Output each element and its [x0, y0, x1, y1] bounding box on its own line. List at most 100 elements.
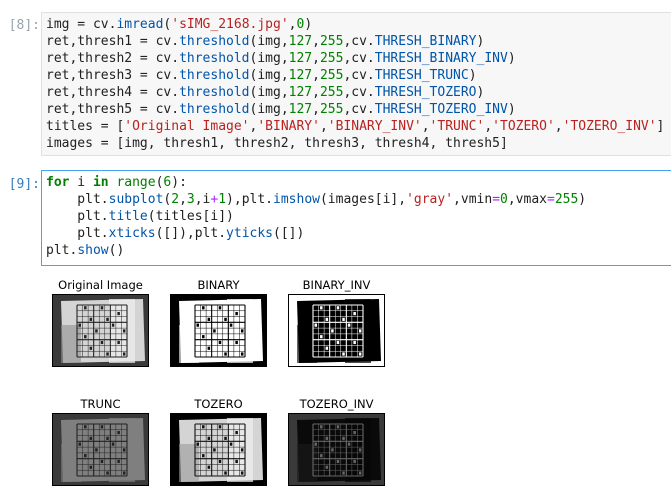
code-token: ,vmax: [507, 192, 547, 207]
code-token: ret,thresh4 = cv.: [46, 85, 180, 100]
code-token: ),plt.: [226, 192, 274, 207]
code-token: ,: [319, 119, 328, 134]
code-token: ):: [171, 175, 187, 190]
code-token: (img,: [249, 102, 289, 117]
subplot-6: TOZERO_INV: [288, 396, 385, 488]
cell-prompt: [9]:: [8, 177, 40, 192]
code-token: ([]): [273, 226, 305, 241]
code-line[interactable]: plt.show(): [46, 242, 667, 259]
thresholded-image: [170, 413, 267, 486]
code-token: (img,: [249, 68, 289, 83]
code-token: plt.: [46, 209, 109, 224]
code-token: (images[i],: [319, 192, 407, 207]
code-token: ,cv.: [343, 34, 375, 49]
code-token: ]: [656, 119, 665, 134]
code-token: ,: [312, 34, 320, 49]
cell-output-figure: Original Image BINARY BINARY_INV TRUNC TOZER…: [41, 270, 671, 496]
code-token: ): [476, 34, 485, 49]
code-token: 'TOZERO': [492, 119, 555, 134]
code-line[interactable]: plt.xticks([]),plt.yticks([]): [46, 225, 667, 242]
code-token: (img,: [249, 34, 289, 49]
code-token: ([]),plt.: [155, 226, 227, 241]
code-token: THRESH_BINARY: [374, 34, 477, 49]
code-token: plt.: [46, 226, 109, 241]
code-token: in: [92, 175, 109, 190]
code-token: ): [578, 192, 587, 207]
code-token: ): [304, 17, 313, 32]
code-token: i: [69, 175, 93, 190]
code-token: 255: [319, 102, 344, 117]
code-line[interactable]: img = cv.imread('sIMG_2168.jpg',0): [46, 16, 667, 33]
code-token: THRESH_TOZERO_INV: [374, 102, 508, 117]
subplot-title: TOZERO: [194, 397, 243, 411]
code-token: 255: [319, 34, 344, 49]
code-token: ,: [484, 119, 493, 134]
code-token: (img,: [249, 51, 289, 66]
subplot-1: Original Image: [52, 277, 149, 369]
code-token: threshold: [179, 85, 250, 100]
code-token: threshold: [179, 51, 250, 66]
code-token: img = cv.: [46, 17, 117, 32]
code-line[interactable]: titles = ['Original Image','BINARY','BIN…: [46, 118, 667, 135]
code-token: xticks: [108, 226, 156, 241]
code-line[interactable]: ret,thresh4 = cv.threshold(img,127,255,c…: [46, 84, 667, 101]
code-line[interactable]: plt.subplot(2,3,i+1),plt.imshow(images[i…: [46, 191, 667, 208]
code-token: ret,thresh1 = cv.: [46, 34, 180, 49]
code-token: show: [77, 243, 109, 258]
code-token: ,: [312, 51, 320, 66]
code-token: 1: [218, 192, 227, 207]
code-token: (): [108, 243, 125, 258]
code-token: for: [46, 175, 70, 190]
code-token: 'BINARY': [257, 119, 320, 134]
code-token: 3: [186, 192, 195, 207]
code-token: 255: [319, 85, 344, 100]
code-token: ,cv.: [343, 68, 375, 83]
code-input-area[interactable]: for i in range(6): plt.subplot(2,3,i+1),…: [41, 170, 671, 266]
subplot-title: TOZERO_INV: [299, 397, 374, 411]
code-input-area[interactable]: img = cv.imread('sIMG_2168.jpg',0) ret,th…: [41, 12, 671, 156]
code-line[interactable]: ret,thresh2 = cv.threshold(img,127,255,c…: [46, 50, 667, 67]
code-token: yticks: [226, 226, 274, 241]
code-token: 255: [319, 51, 344, 66]
code-token: (titles[i]): [147, 209, 234, 224]
subplot-title: BINARY: [197, 278, 240, 292]
thresholded-image: [52, 294, 149, 367]
code-token: 2: [171, 192, 180, 207]
code-token: 127: [288, 102, 313, 117]
code-token: ,i: [194, 192, 211, 207]
code-line[interactable]: for i in range(6):: [46, 174, 667, 191]
code-token: 127: [288, 51, 313, 66]
thresholded-image: [288, 294, 385, 367]
code-token: ): [476, 85, 485, 100]
code-token: THRESH_BINARY_INV: [374, 51, 508, 66]
subplot-title: TRUNC: [80, 397, 121, 411]
code-token: ret,thresh5 = cv.: [46, 102, 180, 117]
code-token: titles = [: [46, 119, 125, 134]
subplot-2: BINARY: [170, 277, 267, 369]
code-token: ret,thresh3 = cv.: [46, 68, 180, 83]
code-token: 255: [554, 192, 579, 207]
code-token: =: [546, 192, 555, 207]
code-token: ,cv.: [343, 102, 375, 117]
code-token: 127: [288, 34, 313, 49]
code-line[interactable]: ret,thresh3 = cv.threshold(img,127,255,c…: [46, 67, 667, 84]
code-token: title: [108, 209, 148, 224]
code-token: ,cv.: [343, 85, 375, 100]
code-token: ): [507, 51, 516, 66]
code-token: plt.: [46, 243, 78, 258]
subplot-3: BINARY_INV: [288, 277, 385, 369]
code-line[interactable]: images = [img, thresh1, thresh2, thresh3…: [46, 135, 667, 152]
code-token: THRESH_TRUNC: [374, 68, 469, 83]
code-line[interactable]: ret,thresh5 = cv.threshold(img,127,255,c…: [46, 101, 667, 118]
thresholded-image: [52, 413, 149, 486]
code-token: 'gray': [406, 192, 454, 207]
thresholded-image: [288, 413, 385, 486]
code-token: threshold: [179, 34, 250, 49]
code-token: ,: [312, 85, 320, 100]
code-line[interactable]: ret,thresh1 = cv.threshold(img,127,255,c…: [46, 33, 667, 50]
code-token: 127: [288, 85, 313, 100]
code-token: range: [116, 175, 156, 190]
code-token: ret,thresh2 = cv.: [46, 51, 180, 66]
code-line[interactable]: plt.title(titles[i]): [46, 208, 667, 225]
code-token: imshow: [273, 192, 320, 207]
